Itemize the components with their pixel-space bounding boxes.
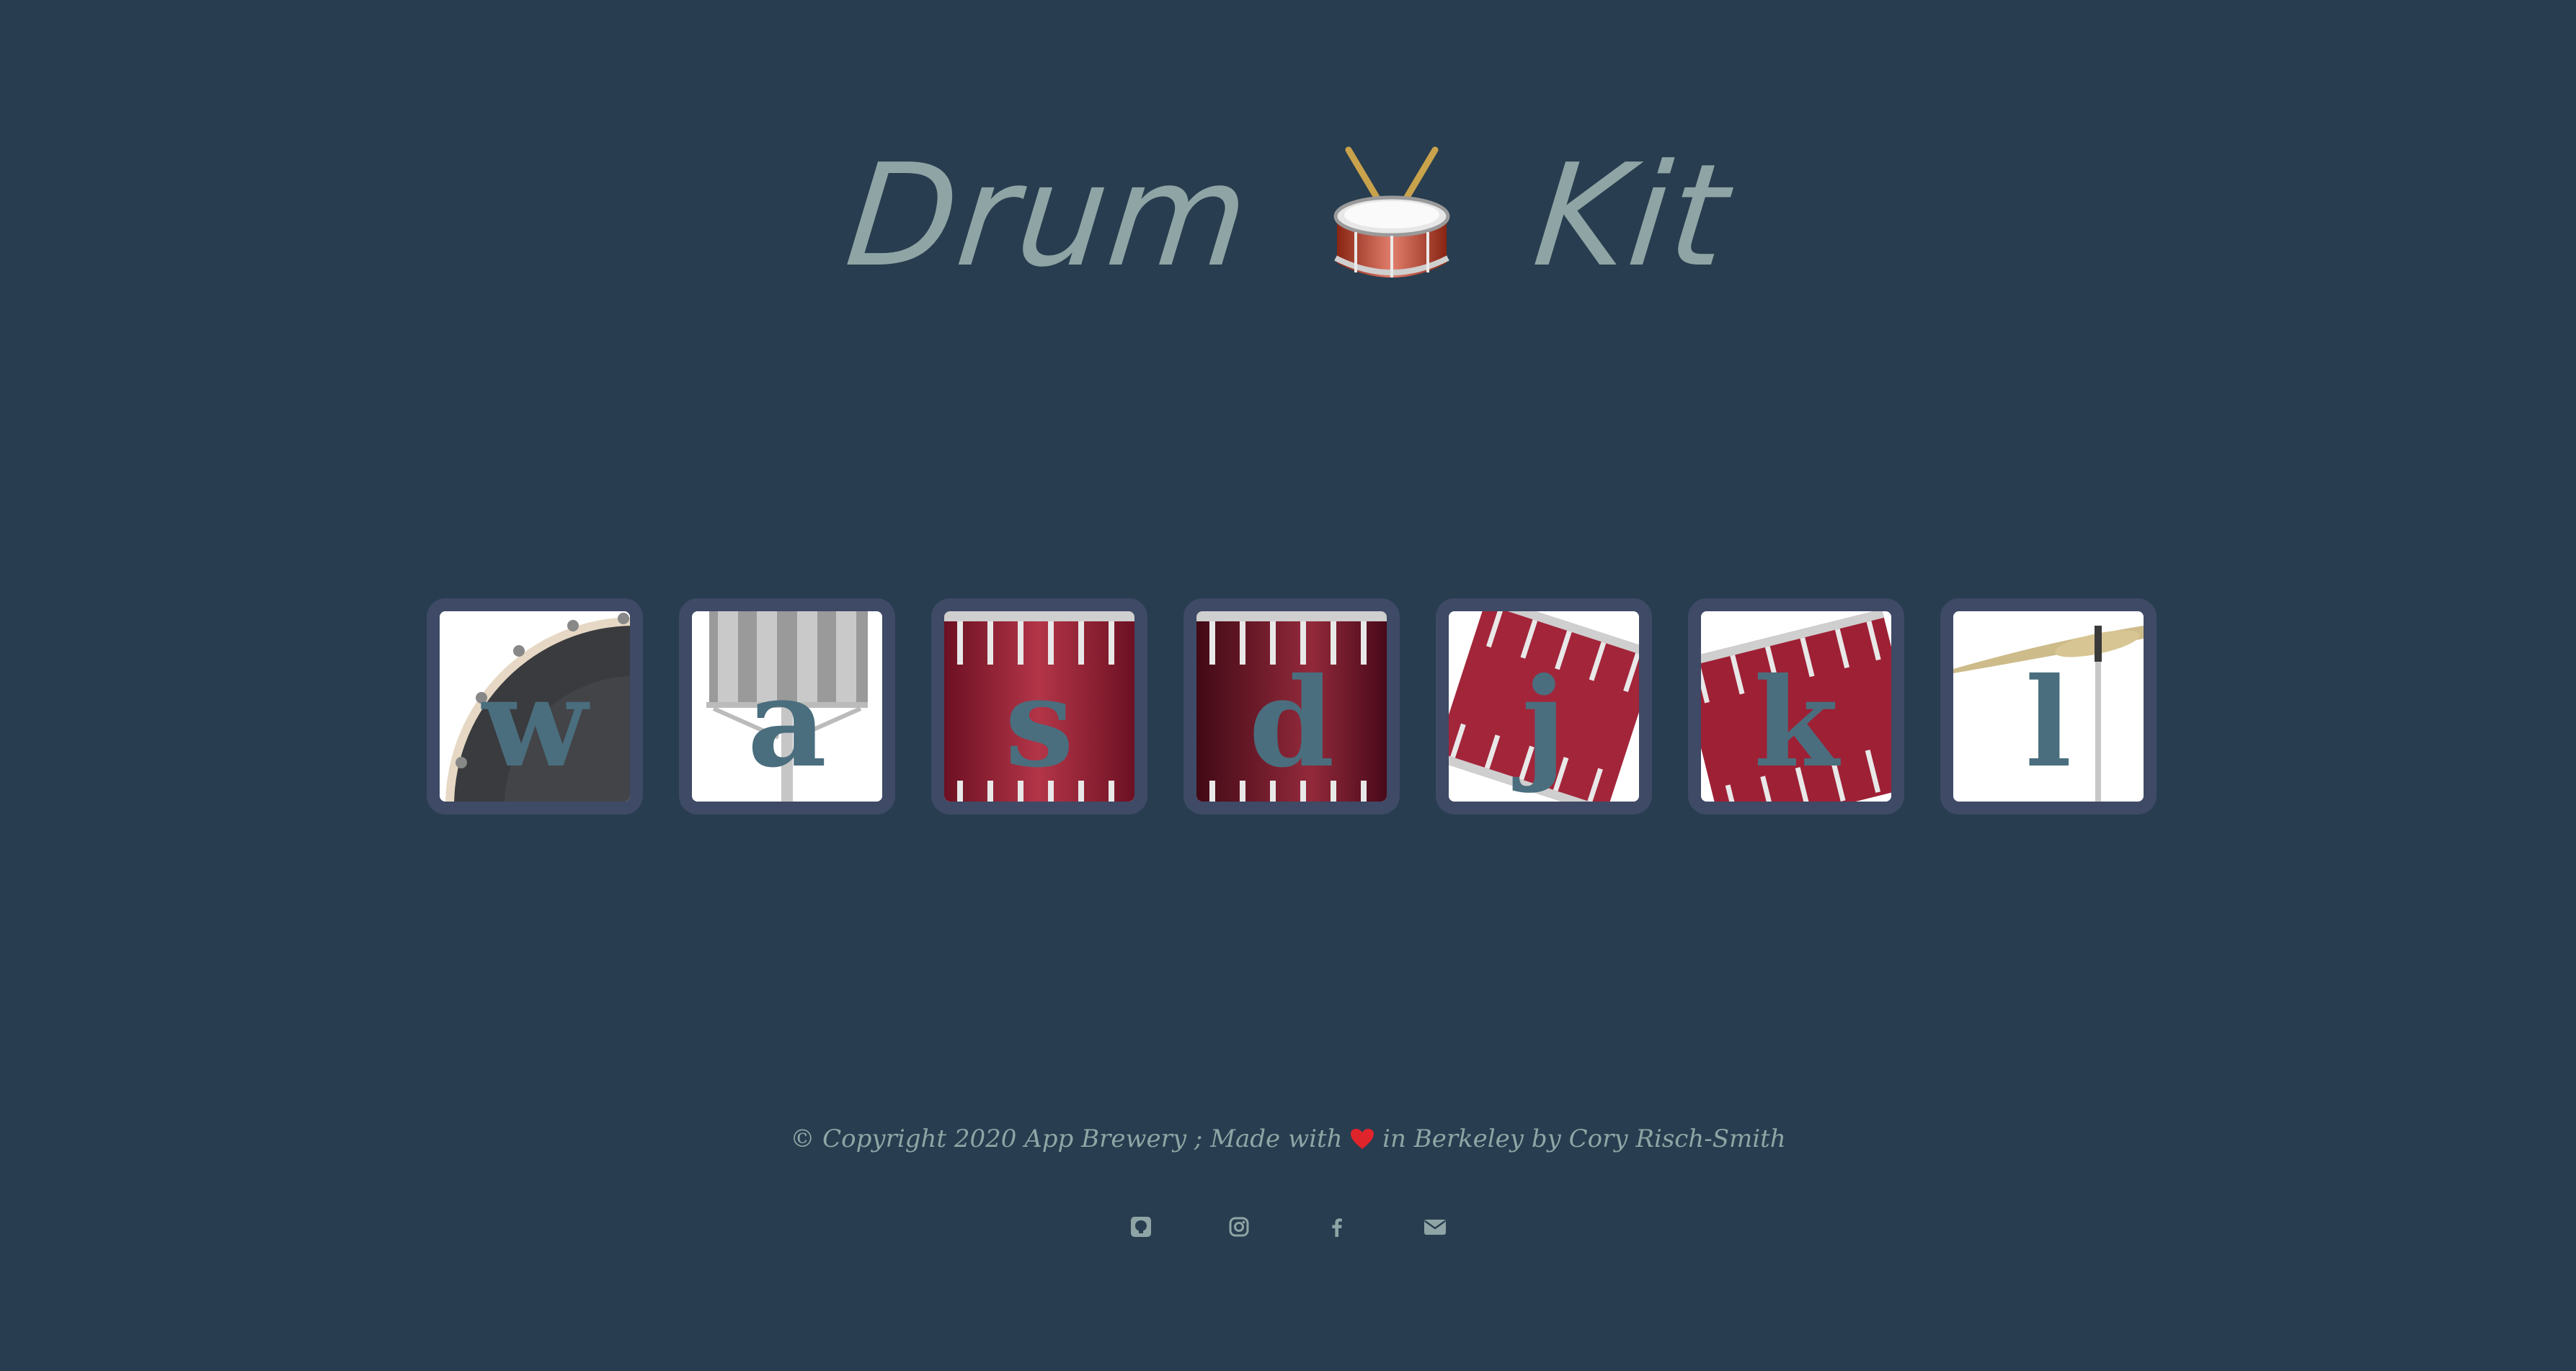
pad-s-face: s: [944, 611, 1134, 802]
pad-d-key: d: [1248, 651, 1335, 795]
footer-copyright: © Copyright 2020 App Brewery ; Made with…: [0, 1124, 2576, 1153]
pad-d-face: d: [1196, 611, 1387, 802]
pad-j-key: j: [1522, 651, 1566, 795]
pad-k-key: k: [1754, 651, 1839, 795]
github-icon[interactable]: [1129, 1215, 1152, 1238]
pad-d-button[interactable]: d: [1183, 598, 1400, 815]
pad-a-face: a: [692, 611, 882, 802]
drum-icon: [1333, 146, 1450, 278]
pad-s-button[interactable]: s: [931, 598, 1147, 815]
heart-icon: [1351, 1129, 1374, 1149]
page-title: Drum Kit: [0, 123, 2576, 310]
title-left-word: Drum: [839, 134, 1257, 298]
pad-s-key: s: [1005, 651, 1074, 795]
copyright-prefix: © Copyright 2020 App Brewery ; Made with: [790, 1124, 1343, 1153]
title-right-word: Kit: [1527, 134, 1737, 298]
pad-k-face: k: [1701, 611, 1891, 802]
email-icon[interactable]: [1424, 1215, 1447, 1238]
pad-j-button[interactable]: j: [1436, 598, 1652, 815]
social-links: [0, 1215, 2576, 1238]
instagram-icon[interactable]: [1227, 1215, 1251, 1238]
pad-j-face: j: [1449, 611, 1639, 802]
pad-w-face: w: [440, 611, 630, 802]
pad-w-button[interactable]: w: [427, 598, 643, 815]
page: Drum Kit w a s d j k l © Copyright 2020 …: [0, 0, 2576, 1371]
copyright-suffix: in Berkeley by Cory Risch-Smith: [1382, 1124, 1786, 1153]
pad-l-face: l: [1953, 611, 2144, 802]
pad-k-button[interactable]: k: [1688, 598, 1904, 815]
pad-l-key: l: [2025, 651, 2072, 795]
pad-a-button[interactable]: a: [679, 598, 895, 815]
pad-l-button[interactable]: l: [1940, 598, 2157, 815]
pad-a-key: a: [747, 651, 827, 795]
pad-w-key: w: [481, 651, 588, 795]
drum-pads: w a s d j k l: [427, 598, 2157, 815]
facebook-icon[interactable]: [1325, 1215, 1349, 1238]
